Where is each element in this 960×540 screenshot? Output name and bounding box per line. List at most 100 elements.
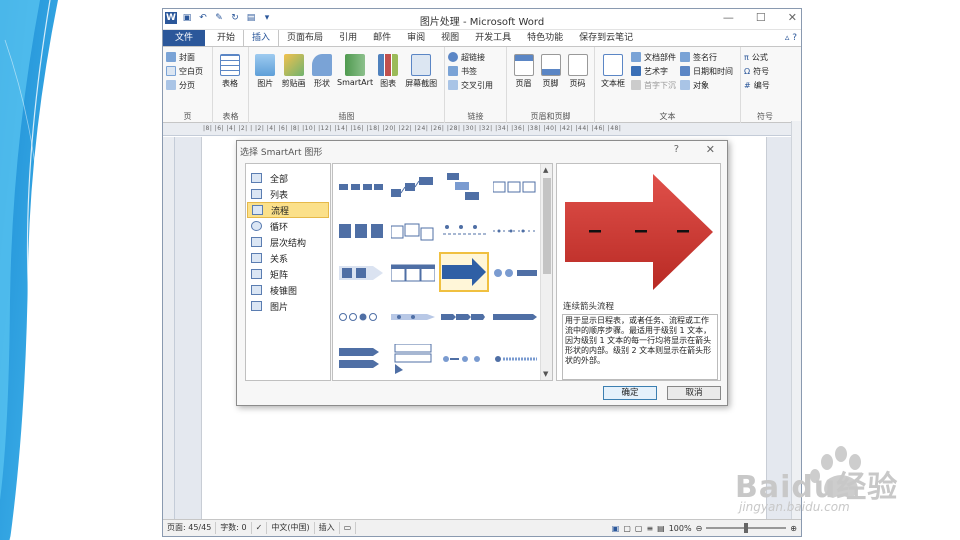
tab-references[interactable]: 引用 — [331, 30, 365, 46]
layout-thumbnail[interactable] — [389, 298, 437, 336]
screenshot-button[interactable]: 屏幕截图 — [402, 54, 440, 89]
dropcap-button[interactable]: 首字下沉 — [631, 78, 676, 92]
layout-thumbnail[interactable] — [491, 298, 539, 336]
full-screen-icon[interactable]: ▢ — [623, 524, 631, 533]
tab-review[interactable]: 审阅 — [399, 30, 433, 46]
layout-thumbnail[interactable] — [389, 340, 437, 378]
zoom-out-icon[interactable]: ⊖ — [696, 524, 703, 533]
category-process[interactable]: 流程 — [247, 202, 329, 218]
web-layout-icon[interactable]: ▢ — [635, 524, 643, 533]
number-icon: # — [744, 80, 751, 90]
tab-developer[interactable]: 开发工具 — [467, 30, 519, 46]
layout-thumbnail[interactable] — [441, 168, 489, 206]
header-button[interactable]: 页眉 — [511, 54, 536, 89]
tab-page-layout[interactable]: 页面布局 — [279, 30, 331, 46]
layout-thumbnail[interactable] — [491, 340, 539, 378]
layout-thumbnail[interactable] — [337, 212, 385, 250]
proofing-icon[interactable]: ✓ — [252, 522, 268, 534]
help-icon[interactable]: ▵ ? — [785, 33, 801, 43]
category-all[interactable]: 全部 — [247, 170, 329, 186]
group-tables: 表格 表格 — [213, 47, 249, 123]
docparts-button[interactable]: 文档部件 — [631, 50, 676, 64]
layout-thumbnail[interactable] — [337, 168, 385, 206]
zoom-level[interactable]: 100% — [669, 524, 692, 533]
category-relationship[interactable]: 关系 — [247, 250, 329, 266]
category-picture[interactable]: 图片 — [247, 298, 329, 314]
tab-insert[interactable]: 插入 — [243, 29, 280, 46]
category-pyramid[interactable]: 棱锥图 — [247, 282, 329, 298]
print-layout-icon[interactable]: ▣ — [612, 524, 620, 533]
maximize-button[interactable]: ☐ — [756, 11, 766, 24]
page-break-button[interactable]: 分页 — [166, 78, 209, 92]
layout-thumbnail[interactable] — [491, 212, 539, 250]
tab-file[interactable]: 文件 — [163, 30, 206, 46]
matrix-icon — [251, 269, 262, 279]
signature-icon — [680, 52, 690, 62]
cancel-button[interactable]: 取消 — [667, 386, 721, 400]
hyperlink-button[interactable]: 超链接 — [448, 50, 503, 64]
word-count[interactable]: 字数: 0 — [216, 522, 252, 534]
scroll-down-icon[interactable]: ▼ — [543, 370, 548, 378]
outline-icon[interactable]: ≡ — [646, 524, 653, 533]
tab-mailings[interactable]: 邮件 — [365, 30, 399, 46]
ok-button[interactable]: 确定 — [603, 386, 657, 400]
horizontal-ruler[interactable]: |8| |6| |4| |2| | |2| |4| |6| |8| |10| |… — [163, 123, 801, 136]
dialog-help-button[interactable]: ? — [674, 144, 679, 155]
layout-thumbnail[interactable] — [337, 298, 385, 336]
number-button[interactable]: # 编号 — [744, 78, 786, 92]
tab-home[interactable]: 开始 — [209, 30, 243, 46]
smartart-button[interactable]: SmartArt — [336, 54, 374, 89]
layout-thumbnail[interactable] — [337, 254, 385, 292]
close-button[interactable]: ✕ — [788, 11, 797, 24]
tab-view[interactable]: 视图 — [433, 30, 467, 46]
vertical-ruler[interactable] — [163, 137, 175, 520]
minimize-button[interactable]: — — [723, 11, 734, 24]
tab-features[interactable]: 特色功能 — [519, 30, 571, 46]
scroll-thumb[interactable] — [543, 178, 551, 274]
textbox-button[interactable]: 文本框 — [599, 50, 627, 92]
equation-button[interactable]: π 公式 — [744, 50, 786, 64]
group-label: 符号 — [757, 112, 773, 121]
category-matrix[interactable]: 矩阵 — [247, 266, 329, 282]
insert-mode[interactable]: 插入 — [315, 522, 340, 534]
layout-thumbnail[interactable] — [439, 298, 487, 336]
layout-thumbnail[interactable] — [491, 168, 539, 206]
layout-thumbnail[interactable] — [389, 254, 437, 292]
footer-button[interactable]: 页脚 — [538, 54, 563, 89]
category-list-item[interactable]: 列表 — [247, 186, 329, 202]
crossref-button[interactable]: 交叉引用 — [448, 78, 503, 92]
layout-thumbnail[interactable] — [491, 254, 539, 292]
gallery-scrollbar[interactable]: ▲ ▼ — [540, 164, 552, 380]
blank-page-button[interactable]: 空白页 — [166, 64, 209, 78]
cover-page-button[interactable]: 封面 — [166, 50, 209, 64]
dialog-close-button[interactable]: ✕ — [706, 143, 715, 156]
draft-icon[interactable]: ▤ — [657, 524, 665, 533]
chart-button[interactable]: 图表 — [376, 54, 400, 89]
language-status[interactable]: 中文(中国) — [267, 522, 315, 534]
layout-thumbnail[interactable] — [439, 340, 487, 378]
signature-line-button[interactable]: 签名行 — [680, 50, 733, 64]
preview-pane: 连续箭头流程 用于显示日程表，或者任务、流程或工作流中的顺序步骤。最适用于级别 … — [556, 163, 721, 381]
continuous-arrow-process-thumbnail[interactable] — [439, 252, 489, 292]
picture-button[interactable]: 图片 — [253, 54, 277, 89]
macro-icon[interactable]: ▭ — [340, 522, 357, 534]
table-button[interactable]: 表格 — [217, 54, 243, 89]
clipart-button[interactable]: 剪贴画 — [279, 54, 307, 89]
scroll-up-icon[interactable]: ▲ — [543, 166, 548, 174]
category-cycle[interactable]: 循环 — [247, 218, 329, 234]
object-button[interactable]: 对象 — [680, 78, 733, 92]
tab-cloud-notes[interactable]: 保存到云笔记 — [571, 30, 641, 46]
datetime-button[interactable]: 日期和时间 — [680, 64, 733, 78]
symbol-button[interactable]: Ω 符号 — [744, 64, 786, 78]
category-hierarchy[interactable]: 层次结构 — [247, 234, 329, 250]
shapes-button[interactable]: 形状 — [310, 54, 334, 89]
layout-thumbnail[interactable] — [337, 340, 385, 378]
page-count[interactable]: 页面: 45/45 — [163, 522, 217, 534]
layout-gallery: ▲ ▼ — [332, 163, 553, 381]
bookmark-button[interactable]: 书签 — [448, 64, 503, 78]
wordart-button[interactable]: 艺术字 — [631, 64, 676, 78]
layout-thumbnail[interactable] — [389, 168, 437, 206]
layout-thumbnail[interactable] — [441, 212, 489, 250]
page-number-button[interactable]: 页码 — [565, 54, 590, 89]
layout-thumbnail[interactable] — [389, 212, 437, 250]
